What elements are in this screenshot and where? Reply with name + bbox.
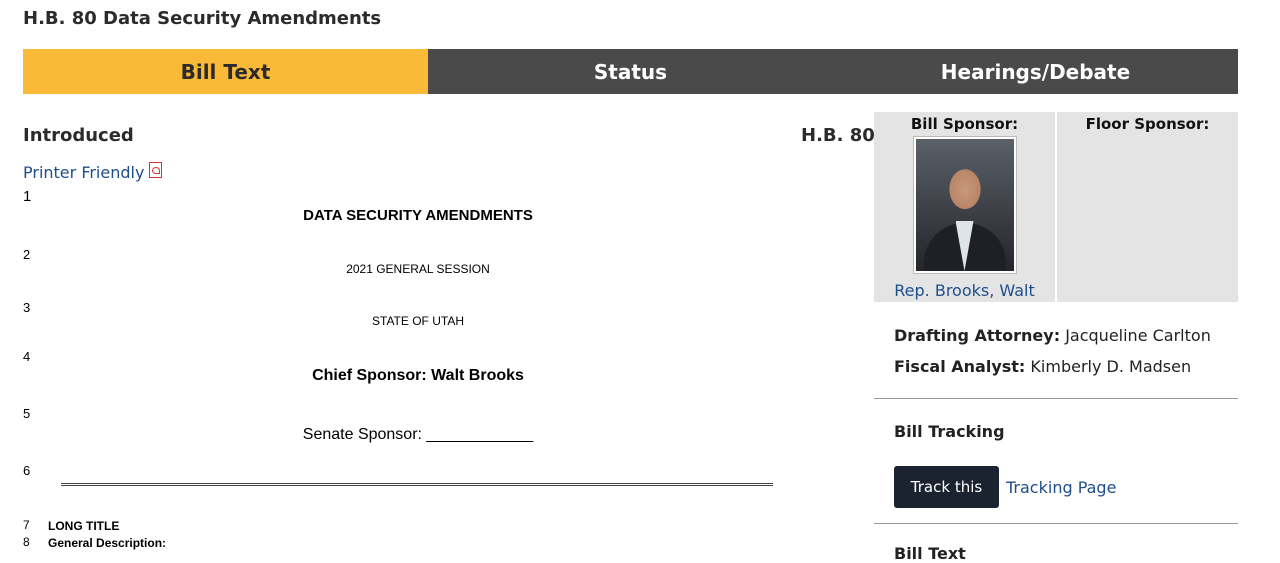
doc-chief-sponsor: Chief Sponsor: Walt Brooks <box>312 367 524 384</box>
line-number: 7 <box>23 518 30 532</box>
drafting-attorney-label: Drafting Attorney: <box>894 326 1061 345</box>
drafting-attorney: Drafting Attorney: Jacqueline Carlton <box>894 326 1211 345</box>
bill-number: H.B. 80 <box>801 125 875 146</box>
bill-document: 1 DATA SECURITY AMENDMENTS 2 2021 GENERA… <box>23 185 783 554</box>
sponsor-box: Bill Sponsor: Rep. Brooks, Walt Floor Sp… <box>874 112 1238 302</box>
doc-senate-sponsor: Senate Sponsor: ____________ <box>302 426 534 443</box>
divider <box>874 398 1238 399</box>
line-number: 5 <box>23 406 31 421</box>
doc-general-description: General Description: <box>48 536 167 550</box>
printer-friendly-label: Printer Friendly <box>23 163 145 182</box>
doc-state: STATE OF UTAH <box>372 314 464 328</box>
printer-friendly-link[interactable]: Printer Friendly <box>23 161 163 182</box>
line-number: 4 <box>23 349 31 364</box>
page-title: H.B. 80 Data Security Amendments <box>23 8 382 29</box>
fiscal-analyst-label: Fiscal Analyst: <box>894 357 1026 376</box>
line-number: 3 <box>23 300 31 315</box>
pdf-icon <box>149 161 163 178</box>
tab-status[interactable]: Status <box>428 49 833 94</box>
track-this-button[interactable]: Track this <box>894 466 999 508</box>
double-divider <box>61 483 773 488</box>
bill-tracking-title: Bill Tracking <box>894 422 1005 441</box>
line-number: 8 <box>23 535 30 549</box>
doc-session: 2021 GENERAL SESSION <box>346 262 490 276</box>
bill-sponsor-label: Bill Sponsor: <box>910 115 1019 133</box>
sponsor-name-link[interactable]: Rep. Brooks, Walt <box>874 281 1055 300</box>
divider <box>874 523 1238 524</box>
floor-sponsor-label: Floor Sponsor: <box>1085 115 1210 133</box>
drafting-attorney-value: Jacqueline Carlton <box>1065 326 1211 345</box>
fiscal-analyst-value: Kimberly D. Madsen <box>1030 357 1192 376</box>
tab-bar: Bill Text Status Hearings/Debate <box>23 49 1238 94</box>
tab-bill-text[interactable]: Bill Text <box>23 49 428 94</box>
tracking-page-link[interactable]: Tracking Page <box>1006 478 1116 497</box>
line-number: 2 <box>23 247 31 262</box>
line-number: 6 <box>23 463 31 478</box>
line-number: 1 <box>23 188 32 205</box>
bill-sponsor-panel: Bill Sponsor: Rep. Brooks, Walt <box>874 112 1055 302</box>
doc-title: DATA SECURITY AMENDMENTS <box>303 207 533 224</box>
floor-sponsor-panel: Floor Sponsor: <box>1057 112 1238 302</box>
doc-long-title: LONG TITLE <box>48 519 120 533</box>
tab-hearings-debate[interactable]: Hearings/Debate <box>833 49 1238 94</box>
section-heading: Introduced <box>23 125 134 146</box>
sponsor-photo[interactable] <box>913 137 1016 273</box>
fiscal-analyst: Fiscal Analyst: Kimberly D. Madsen <box>894 357 1191 376</box>
